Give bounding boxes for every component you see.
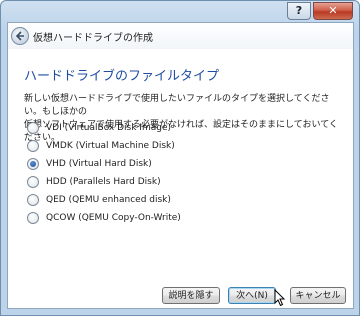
mouse-cursor-icon [274, 289, 286, 307]
radio-button[interactable] [27, 212, 39, 224]
radio-option-vmdk[interactable]: VMDK (Virtual Machine Disk) [27, 139, 175, 153]
radio-option-label: QCOW (QEMU Copy-On-Write) [46, 213, 181, 223]
radio-option-label: HDD (Parallels Hard Disk) [46, 177, 161, 187]
radio-option-vhd[interactable]: VHD (Virtual Hard Disk) [27, 157, 152, 171]
radio-option-hdd[interactable]: HDD (Parallels Hard Disk) [27, 175, 161, 189]
section-title: ハードドライブのファイルタイプ [24, 69, 220, 84]
radio-option-vdi[interactable]: VDI (VirtualBox Disk Image) [27, 121, 171, 135]
radio-button[interactable] [27, 194, 39, 206]
wizard-title: 仮想ハードドライブの作成 [33, 33, 153, 44]
hide-description-button[interactable]: 説明を隠す [162, 287, 220, 304]
description-text: 新しい仮想ハードドライブで使用したいファイルのタイプを選択してください。もしほか… [24, 93, 344, 145]
description-line: 新しい仮想ハードドライブで使用したいファイルのタイプを選択してください。もしほか… [24, 94, 330, 117]
radio-option-label: QED (QEMU enhanced disk) [46, 195, 171, 205]
radio-option-label: VDI (VirtualBox Disk Image) [46, 123, 172, 133]
radio-option-label: VMDK (Virtual Machine Disk) [46, 141, 175, 151]
help-button[interactable]: ? [287, 2, 311, 20]
wizard-content: 仮想ハードドライブの作成 ハードドライブのファイルタイプ 新しい仮想ハードドライ… [7, 22, 354, 309]
radio-button[interactable] [27, 140, 39, 152]
back-arrow-icon [15, 31, 24, 41]
radio-option-qed[interactable]: QED (QEMU enhanced disk) [27, 193, 171, 207]
dialog-window: ? ✕ 仮想ハードドライブの作成 ハードドライブのファイルタイプ 新しい仮想ハー… [0, 0, 360, 316]
close-button[interactable]: ✕ [313, 2, 353, 20]
radio-button-selected[interactable] [27, 158, 39, 170]
radio-button[interactable] [27, 122, 39, 134]
back-button[interactable] [11, 27, 29, 45]
radio-option-label: VHD (Virtual Hard Disk) [46, 159, 152, 169]
radio-button[interactable] [27, 176, 39, 188]
wizard-header: 仮想ハードドライブの作成 [8, 23, 353, 49]
radio-option-qcow[interactable]: QCOW (QEMU Copy-On-Write) [27, 211, 181, 225]
cancel-button[interactable]: キャンセル [290, 287, 346, 304]
next-button[interactable]: 次へ(N) [228, 287, 276, 304]
